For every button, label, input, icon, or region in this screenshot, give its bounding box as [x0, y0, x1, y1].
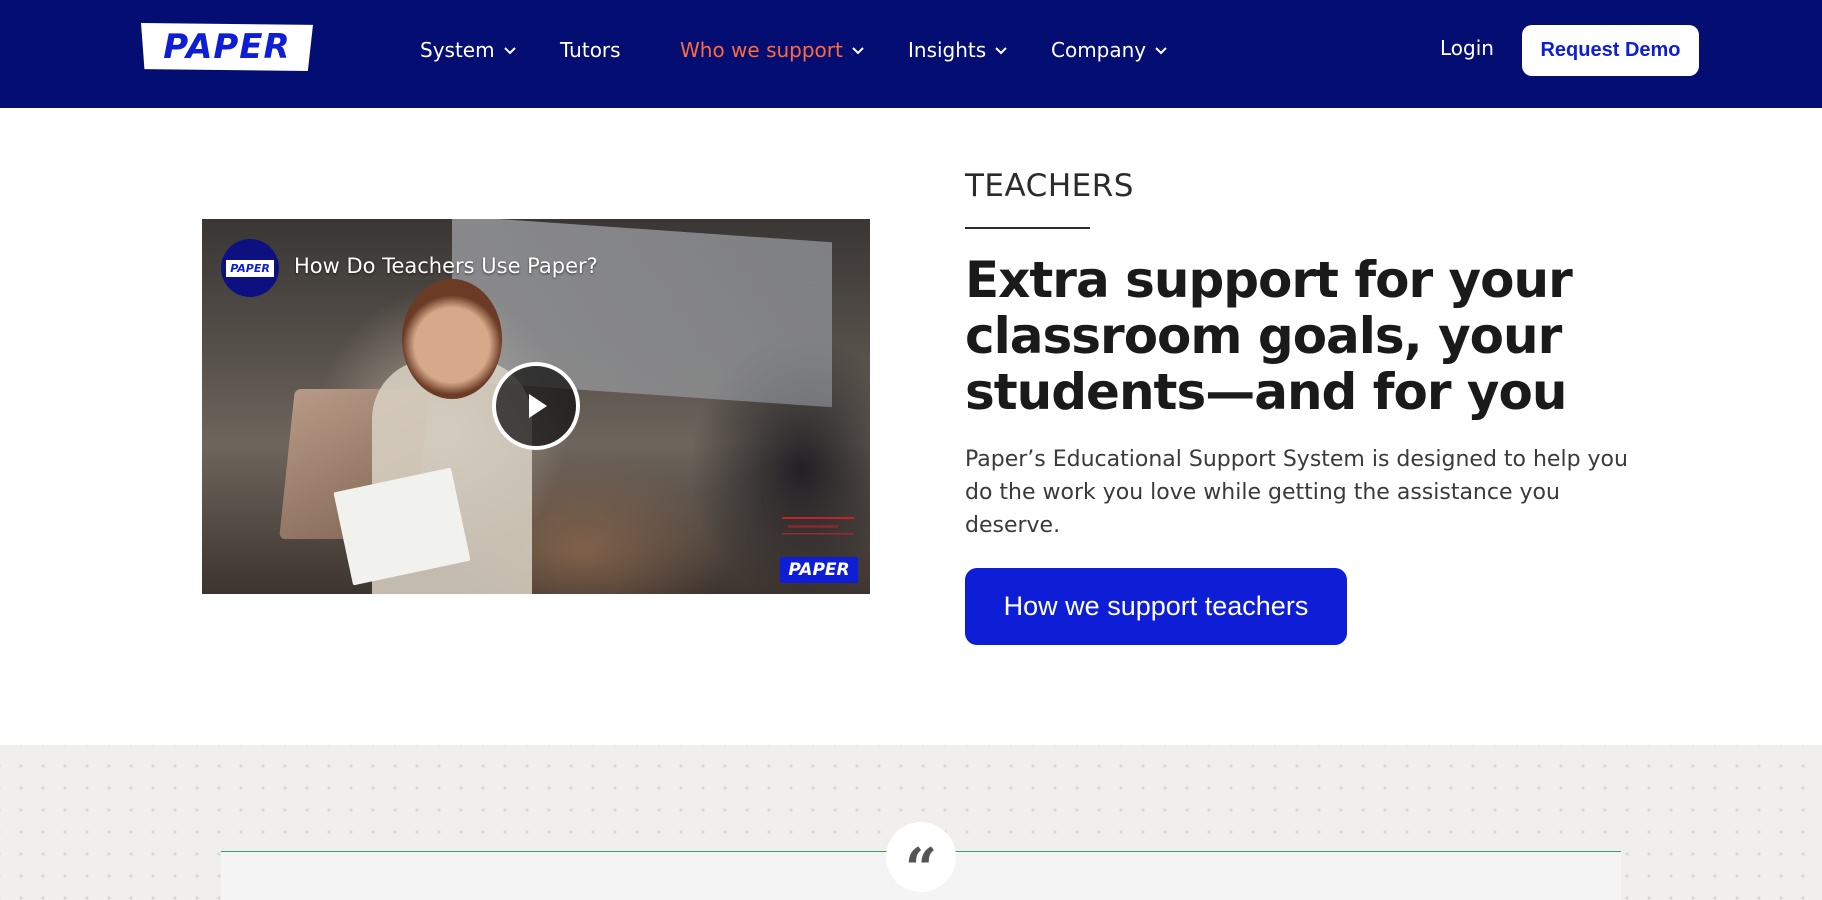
request-demo-button[interactable]: Request Demo	[1522, 25, 1699, 76]
nav-item-system[interactable]: System	[420, 36, 517, 64]
nav-item-who-we-support[interactable]: Who we support	[680, 36, 865, 64]
login-link[interactable]: Login	[1440, 36, 1494, 60]
mohawk-college-logo	[782, 517, 854, 535]
video-teacher-head	[402, 279, 502, 399]
chevron-down-icon	[503, 43, 517, 57]
video-title[interactable]: How Do Teachers Use Paper?	[294, 254, 598, 278]
nav-item-insights[interactable]: Insights	[908, 36, 1008, 64]
nav-item-company[interactable]: Company	[1051, 36, 1168, 64]
play-icon	[529, 394, 547, 418]
quote-icon: “	[886, 822, 956, 900]
eyebrow-divider	[965, 227, 1090, 229]
chevron-down-icon	[1154, 43, 1168, 57]
logo-text: PAPER	[163, 27, 291, 67]
how-we-support-teachers-button[interactable]: How we support teachers	[965, 568, 1347, 645]
chevron-down-icon	[994, 43, 1008, 57]
nav-label: Company	[1051, 38, 1147, 62]
nav-label: Who we support	[680, 38, 843, 62]
top-navigation-bar: PAPER System Tutors Who we support Insig…	[0, 0, 1822, 108]
hero-headline: Extra support for your classroom goals, …	[965, 251, 1573, 421]
paper-logo[interactable]: PAPER	[141, 23, 313, 71]
nav-label: Insights	[908, 38, 987, 62]
video-player[interactable]: PAPER How Do Teachers Use Paper? PAPER	[202, 219, 870, 594]
chevron-down-icon	[851, 43, 865, 57]
hero-body-text: Paper’s Educational Support System is de…	[965, 447, 1628, 538]
channel-avatar[interactable]: PAPER	[221, 239, 279, 297]
channel-logo-text: PAPER	[226, 259, 274, 277]
nav-label: System	[420, 38, 495, 62]
nav-item-tutors[interactable]: Tutors	[560, 36, 621, 64]
nav-label: Tutors	[560, 38, 621, 62]
section-eyebrow: TEACHERS	[965, 168, 1134, 204]
play-button[interactable]	[492, 362, 580, 450]
paper-watermark: PAPER	[780, 557, 858, 583]
watermark-text: PAPER	[788, 560, 850, 580]
